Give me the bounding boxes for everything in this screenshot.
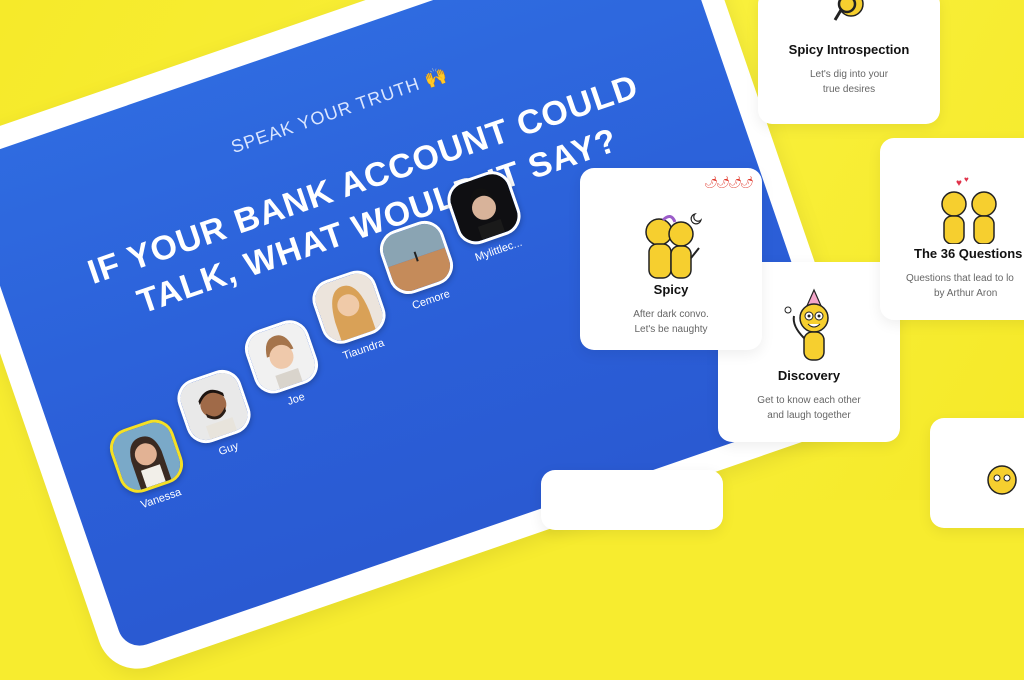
desc-line-1: After dark convo. (633, 309, 709, 320)
desc-line-1: Let's dig into your (809, 69, 889, 80)
desc-line-1: Get to know each other (757, 395, 861, 406)
spicy-couple-illustration (645, 212, 703, 279)
card-description: Let's dig into your true desires (758, 67, 940, 97)
desc-line-2: by Arthur Aron (934, 288, 998, 299)
svg-text:♥: ♥ (964, 175, 969, 184)
desc-line-2: true desires (822, 84, 876, 95)
card-description: After dark convo. Let's be naughty (580, 307, 762, 337)
card-spicy-introspection[interactable]: Spicy Introspection Let's dig into your … (758, 0, 940, 124)
magnifier-character-illustration (833, 0, 864, 21)
card-description: Get to know each other and laugh togethe… (718, 393, 900, 423)
card-description: Questions that lead to lo by Arthur Aron (880, 271, 1024, 301)
character-illustration (987, 465, 1017, 495)
card-36-questions[interactable]: ♥ ♥ The 36 Questions Questions that lead … (880, 138, 1024, 320)
card-spicy[interactable]: 🌶🌶🌶🌶 Spicy After dark convo. Let's be na… (580, 168, 762, 350)
desc-line-1: Questions that lead to lo (906, 273, 1014, 284)
svg-text:♥: ♥ (956, 178, 962, 189)
card-partial-bottom[interactable] (541, 470, 723, 530)
couple-character-illustration: ♥ ♥ (941, 175, 997, 244)
card-title: The 36 Questions (914, 246, 1023, 261)
desc-line-2: and laugh together (767, 410, 851, 421)
card-partial-right[interactable] (930, 418, 1024, 528)
pepper-rating-icons: 🌶🌶🌶🌶 (704, 177, 754, 189)
card-title: Discovery (777, 368, 841, 383)
card-title: Spicy Introspection (788, 42, 910, 57)
desc-line-2: Let's be naughty (634, 324, 708, 335)
party-character-illustration (784, 288, 829, 361)
card-title: Spicy (653, 282, 689, 297)
